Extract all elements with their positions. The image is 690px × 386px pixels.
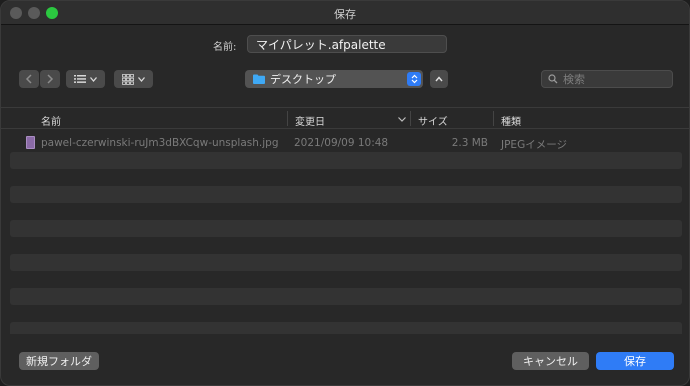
column-name[interactable]: 名前 bbox=[41, 113, 61, 128]
chevron-right-icon bbox=[47, 74, 54, 84]
new-folder-button[interactable]: 新規フォルダ bbox=[19, 352, 99, 370]
empty-row bbox=[10, 271, 682, 288]
column-divider[interactable] bbox=[410, 111, 411, 126]
chevron-up-icon bbox=[435, 76, 443, 82]
search-placeholder: 検索 bbox=[563, 73, 585, 86]
column-header: 名前 変更日 サイズ 種類 bbox=[1, 107, 689, 129]
save-dialog: 保存 名前: マイパレット.afpalette デスクトップ 検索 名前 変更日… bbox=[0, 0, 690, 386]
empty-row bbox=[10, 220, 682, 237]
chevron-left-icon bbox=[25, 74, 32, 84]
location-popup[interactable]: デスクトップ bbox=[245, 70, 423, 88]
search-field[interactable]: 検索 bbox=[541, 70, 673, 88]
file-row[interactable]: pawel-czerwinski-ruJm3dBXCqw-unsplash.jp… bbox=[10, 135, 682, 152]
file-size: 2.3 MB bbox=[451, 137, 488, 149]
column-kind[interactable]: 種類 bbox=[501, 113, 521, 128]
column-divider[interactable] bbox=[287, 111, 288, 126]
location-label: デスクトップ bbox=[270, 73, 336, 86]
toolbar: デスクトップ 検索 bbox=[1, 70, 689, 90]
icon-view-button[interactable] bbox=[114, 70, 153, 88]
window-title: 保存 bbox=[334, 8, 356, 21]
empty-row bbox=[10, 305, 682, 322]
title-bar: 保存 bbox=[1, 1, 689, 25]
back-button[interactable] bbox=[19, 70, 39, 88]
cancel-button[interactable]: キャンセル bbox=[512, 352, 589, 370]
filename-input[interactable] bbox=[247, 35, 447, 53]
empty-row bbox=[10, 237, 682, 254]
chevron-down-icon bbox=[90, 76, 97, 82]
collapse-button[interactable] bbox=[430, 70, 448, 88]
empty-row bbox=[10, 186, 682, 203]
list-view-button[interactable] bbox=[66, 70, 105, 88]
search-icon bbox=[548, 74, 558, 84]
jpeg-file-icon bbox=[26, 136, 35, 149]
history-nav bbox=[19, 70, 61, 88]
column-size[interactable]: サイズ bbox=[418, 113, 448, 128]
updown-arrows-icon bbox=[407, 72, 421, 86]
name-label: 名前: bbox=[213, 42, 237, 53]
grid-icon bbox=[122, 73, 134, 85]
empty-row bbox=[10, 288, 682, 305]
file-kind: JPEGイメージ bbox=[501, 139, 567, 151]
file-modified: 2021/09/09 10:48 bbox=[294, 137, 389, 149]
file-name: pawel-czerwinski-ruJm3dBXCqw-unsplash.jp… bbox=[41, 137, 279, 149]
name-row: 名前: bbox=[1, 34, 689, 54]
chevron-down-icon bbox=[138, 76, 145, 82]
list-icon bbox=[74, 75, 86, 83]
folder-icon bbox=[253, 74, 265, 84]
empty-row bbox=[10, 203, 682, 220]
empty-row bbox=[10, 322, 682, 334]
column-modified[interactable]: 変更日 bbox=[295, 113, 325, 128]
column-divider[interactable] bbox=[493, 111, 494, 126]
forward-button[interactable] bbox=[40, 70, 60, 88]
empty-row bbox=[10, 169, 682, 186]
empty-row bbox=[10, 152, 682, 169]
file-list[interactable]: pawel-czerwinski-ruJm3dBXCqw-unsplash.jp… bbox=[10, 135, 682, 334]
save-button[interactable]: 保存 bbox=[596, 352, 674, 370]
empty-row bbox=[10, 254, 682, 271]
sort-chevron-down-icon bbox=[398, 117, 406, 122]
